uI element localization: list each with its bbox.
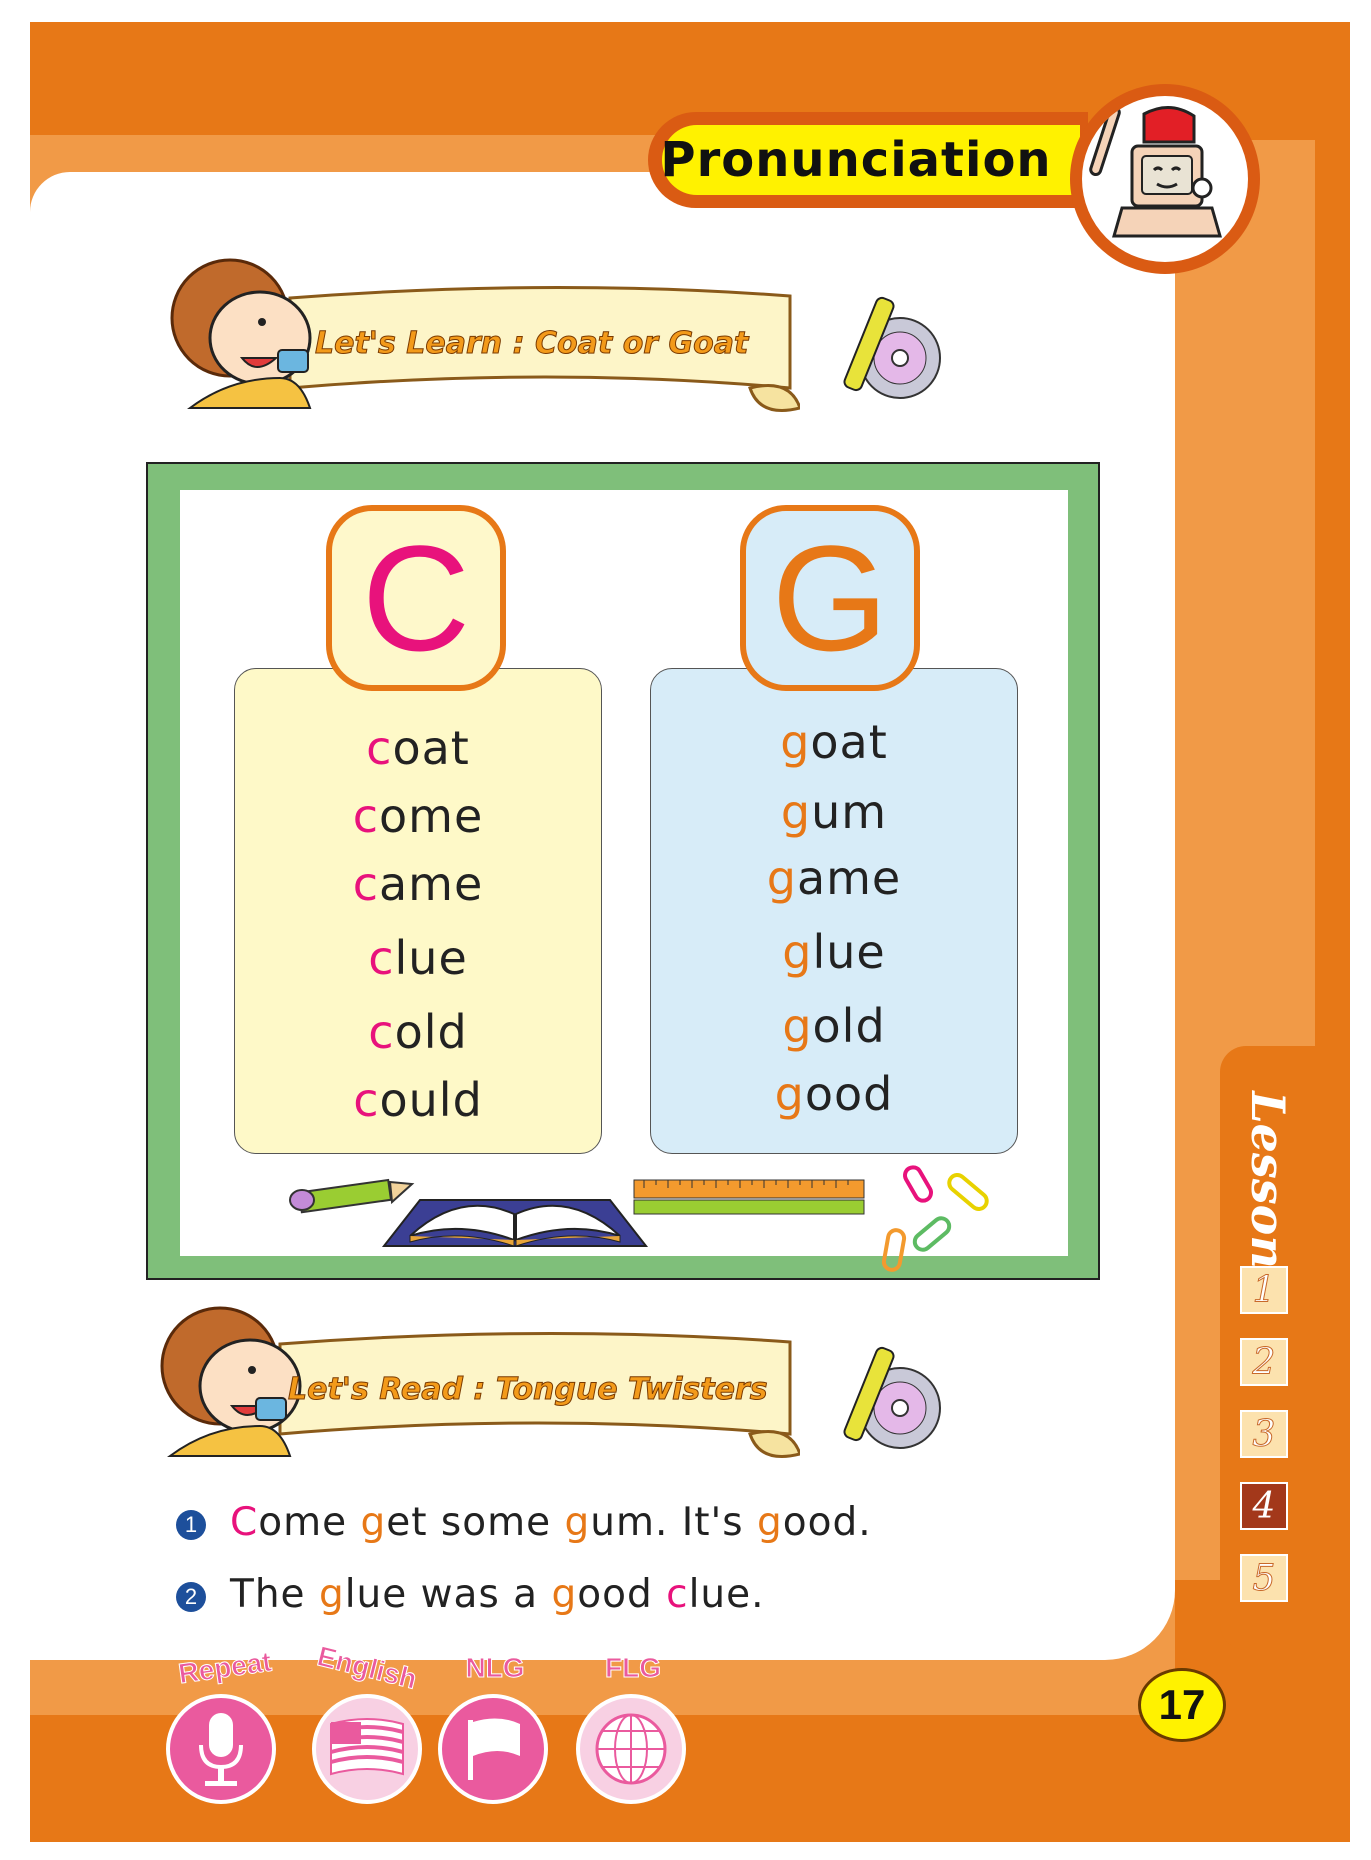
c-word-panel: coat come came clue cold could <box>234 668 602 1154</box>
open-book-icon <box>380 1180 650 1250</box>
g-word: glue <box>782 925 886 979</box>
letter-c: C <box>361 514 471 682</box>
nlg-button[interactable] <box>438 1694 548 1804</box>
page-number: 17 <box>1138 1668 1226 1742</box>
globe-icon <box>595 1713 667 1785</box>
c-word: could <box>353 1073 483 1127</box>
tongue-twister-2: The glue was a good clue. <box>230 1572 765 1617</box>
nlg-label: NLG <box>465 1652 525 1684</box>
flg-label: FLG <box>605 1652 662 1684</box>
read-banner: Let's Read : Tongue Twisters <box>140 1286 802 1466</box>
c-word: came <box>352 857 484 911</box>
c-word: clue <box>368 931 468 985</box>
g-word-panel: goat gum game glue gold good <box>650 668 1018 1154</box>
repeat-button[interactable] <box>166 1694 276 1804</box>
pen-cd-icon[interactable] <box>830 1340 950 1460</box>
learn-banner-title: Let's Learn : Coat or Goat <box>314 326 749 362</box>
read-banner-title: Let's Read : Tongue Twisters <box>288 1372 769 1408</box>
lesson-4-button[interactable]: 4 <box>1240 1482 1288 1530</box>
tongue-twister-1: Come get some gum. It's good. <box>230 1500 872 1545</box>
twister-number: 1 <box>176 1510 206 1540</box>
g-word: goat <box>780 715 888 769</box>
ruler-icon <box>632 1176 868 1226</box>
english-button[interactable] <box>312 1694 422 1804</box>
twister-number: 2 <box>176 1582 206 1612</box>
lesson-5-button[interactable]: 5 <box>1240 1554 1288 1602</box>
letter-c-box: C <box>326 505 506 691</box>
flag-icon <box>468 1718 520 1780</box>
microphone-icon <box>199 1713 243 1786</box>
pen-cd-icon[interactable] <box>830 290 950 410</box>
lesson-label-box: Lesson <box>1228 1091 1308 1269</box>
paper-clips-icon <box>870 1160 1020 1280</box>
g-word: game <box>766 851 902 905</box>
g-word: good <box>774 1067 894 1121</box>
us-flag-icon <box>330 1718 404 1776</box>
g-word: gold <box>782 999 886 1053</box>
header-title-box: Pronunciation <box>660 125 1080 195</box>
c-word: cold <box>368 1005 468 1059</box>
letter-g-box: G <box>740 505 920 691</box>
lesson-3-button[interactable]: 3 <box>1240 1410 1288 1458</box>
c-word: coat <box>366 721 470 775</box>
c-word: come <box>352 789 484 843</box>
computer-mascot-icon <box>1082 96 1248 262</box>
lesson-1-button[interactable]: 1 <box>1240 1266 1288 1314</box>
letter-g: G <box>771 514 889 682</box>
page-title: Pronunciation <box>660 132 1052 188</box>
learn-banner: Let's Learn : Coat or Goat <box>150 238 802 418</box>
flg-button[interactable] <box>576 1694 686 1804</box>
lesson-label: Lesson <box>1241 1091 1295 1269</box>
lesson-2-button[interactable]: 2 <box>1240 1338 1288 1386</box>
g-word: gum <box>780 785 888 839</box>
